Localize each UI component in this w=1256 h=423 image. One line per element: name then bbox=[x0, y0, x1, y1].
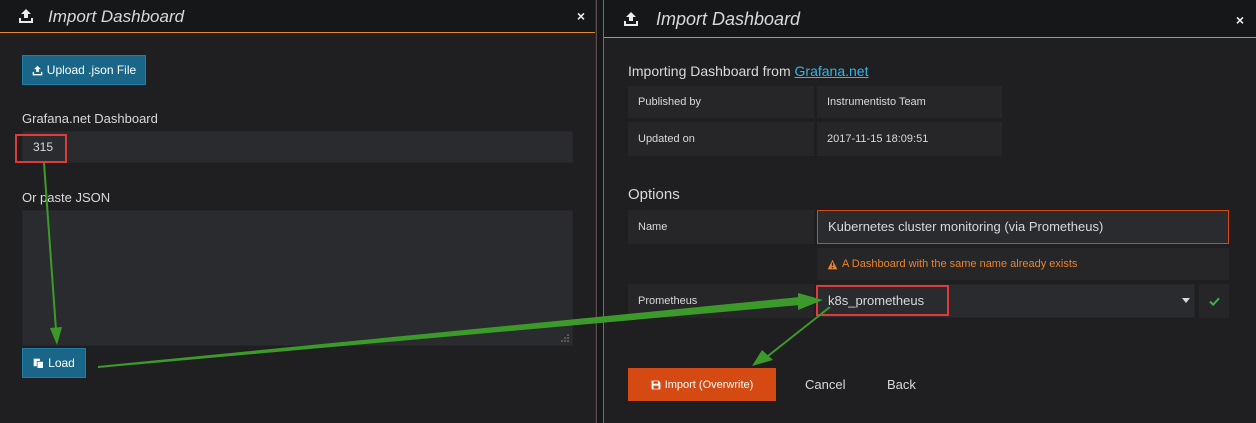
caret-down-icon bbox=[1182, 298, 1190, 303]
copy-icon bbox=[33, 358, 44, 369]
import-button-label: Import (Overwrite) bbox=[664, 378, 754, 391]
cancel-button[interactable]: Cancel bbox=[805, 377, 845, 392]
dialog-header: Import Dashboard × bbox=[0, 0, 595, 33]
name-warning: A Dashboard with the same name already e… bbox=[817, 248, 1229, 280]
right-import-dialog: Import Dashboard × Importing Dashboard f… bbox=[604, 0, 1256, 423]
resize-handle-icon[interactable] bbox=[561, 334, 569, 342]
name-label: Name bbox=[628, 210, 814, 244]
name-input-value: Kubernetes cluster monitoring (via Prome… bbox=[828, 219, 1104, 234]
name-input[interactable]: Kubernetes cluster monitoring (via Prome… bbox=[817, 210, 1229, 244]
grafana-dashboard-input[interactable]: 315 bbox=[22, 131, 573, 163]
warning-triangle-icon bbox=[827, 259, 838, 269]
importing-prefix: Importing Dashboard from bbox=[628, 63, 795, 79]
info-label-updated-on: Updated on bbox=[628, 122, 814, 156]
save-icon bbox=[651, 380, 661, 389]
panel-divider bbox=[596, 0, 604, 423]
paste-json-label: Or paste JSON bbox=[22, 190, 111, 205]
info-label-published-by: Published by bbox=[628, 86, 814, 118]
load-button-label: Load bbox=[48, 356, 75, 370]
highlight-box-prometheus bbox=[816, 285, 949, 316]
info-value-published-by: Instrumentisto Team bbox=[817, 86, 1002, 118]
dialog-title: Import Dashboard bbox=[656, 9, 801, 29]
prometheus-label: Prometheus bbox=[628, 284, 814, 318]
grafana-net-link[interactable]: Grafana.net bbox=[795, 63, 869, 79]
import-overwrite-button[interactable]: Import (Overwrite) bbox=[628, 368, 776, 401]
importing-from-text: Importing Dashboard from Grafana.net bbox=[628, 63, 868, 79]
prometheus-valid-indicator bbox=[1199, 284, 1229, 318]
paste-json-textarea[interactable] bbox=[22, 210, 573, 346]
check-icon bbox=[1208, 297, 1220, 306]
upload-tray-icon bbox=[624, 12, 638, 26]
load-button[interactable]: Load bbox=[22, 348, 86, 378]
grafana-dashboard-label: Grafana.net Dashboard bbox=[22, 111, 158, 126]
dialog-title: Import Dashboard bbox=[48, 7, 185, 26]
upload-button-label: Upload .json File bbox=[46, 63, 137, 77]
upload-json-button[interactable]: Upload .json File bbox=[22, 55, 146, 85]
highlight-box-dashboard-id bbox=[15, 134, 67, 163]
upload-tray-icon bbox=[19, 9, 33, 23]
name-warning-text: A Dashboard with the same name already e… bbox=[842, 258, 1078, 270]
back-button[interactable]: Back bbox=[887, 377, 916, 392]
info-value-updated-on: 2017-11-15 18:09:51 bbox=[817, 122, 1002, 156]
upload-icon bbox=[32, 65, 43, 75]
close-icon[interactable]: × bbox=[577, 8, 585, 24]
options-heading: Options bbox=[628, 186, 680, 203]
dialog-header: Import Dashboard × bbox=[604, 0, 1256, 38]
left-import-dialog: Import Dashboard × Upload .json File Gra… bbox=[0, 0, 596, 423]
close-icon[interactable]: × bbox=[1236, 12, 1244, 28]
